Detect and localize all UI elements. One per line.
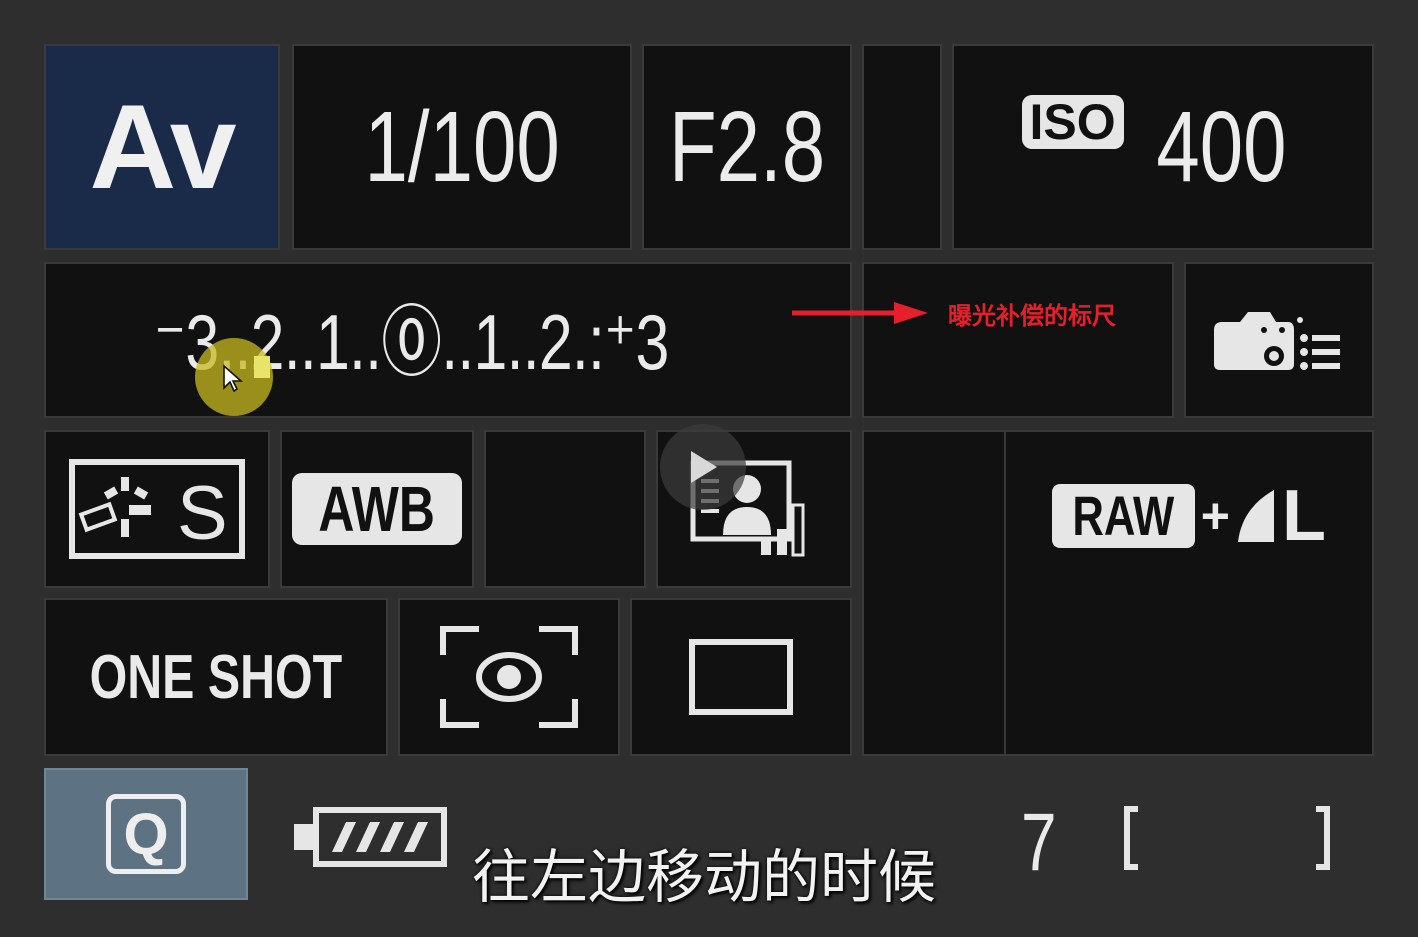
- q-label: Q: [123, 801, 169, 867]
- image-quality-group: RAW + L: [1052, 480, 1326, 552]
- exposure-level-indicator: [254, 356, 270, 378]
- exposure-compensation-scale[interactable]: ⁻3..2..1..⓪..1..2.:⁺3: [44, 262, 852, 418]
- video-subtitle: 往左边移动的时候: [472, 845, 937, 910]
- blank-cell-2: [862, 262, 1174, 418]
- bracket-left: [1124, 806, 1138, 870]
- annotation-arrow-icon: [792, 302, 928, 324]
- raw-badge: RAW: [1052, 484, 1195, 548]
- shooting-mode-label: Av: [89, 80, 237, 214]
- size-label: L: [1281, 476, 1326, 556]
- q-icon: Q: [106, 794, 186, 874]
- play-button[interactable]: [660, 424, 746, 510]
- plus-sign: +: [1200, 488, 1230, 544]
- iso-value: 400: [1155, 90, 1287, 203]
- play-icon: [691, 451, 717, 483]
- drive-mode-button[interactable]: [630, 598, 852, 756]
- blank-cell: [862, 44, 942, 250]
- aperture-value: F2.8: [668, 90, 826, 203]
- picture-style-button[interactable]: S: [44, 430, 270, 588]
- annotation-label: 曝光补偿的标尺: [948, 303, 1116, 330]
- white-balance-button[interactable]: AWB: [280, 430, 474, 588]
- metering-mode-button[interactable]: [398, 598, 620, 756]
- awb-badge: AWB: [292, 473, 462, 545]
- cursor-pointer-icon: [223, 364, 244, 393]
- blank-cell-3: [484, 430, 646, 588]
- shutter-speed-button[interactable]: 1/100: [292, 44, 632, 250]
- raw-label: RAW: [1072, 484, 1175, 547]
- camera-settings-icon: [1214, 312, 1340, 370]
- drive-single-icon: [689, 639, 793, 715]
- aperture-button[interactable]: F2.8: [642, 44, 852, 250]
- jpeg-fine-icon: [1237, 490, 1274, 542]
- bracket-right: [1316, 806, 1330, 870]
- camera-settings-button[interactable]: [1184, 262, 1374, 418]
- metering-evaluative-icon: [440, 626, 578, 728]
- blank-cell-4: [862, 430, 1006, 756]
- shots-remaining: 7: [1021, 797, 1057, 888]
- shooting-mode-button[interactable]: Av: [44, 44, 280, 250]
- battery-icon: [294, 807, 447, 867]
- picture-style-standard-icon: S: [69, 459, 245, 559]
- af-mode-label: ONE SHOT: [89, 642, 343, 712]
- iso-badge: ISO: [1021, 95, 1124, 149]
- image-quality-button[interactable]: RAW + L: [1004, 430, 1374, 756]
- white-balance-label: AWB: [318, 473, 436, 545]
- quick-control-button[interactable]: Q: [44, 768, 248, 900]
- svg-text:S: S: [177, 471, 228, 556]
- shutter-speed-value: 1/100: [364, 90, 560, 203]
- iso-button[interactable]: ISO 400: [952, 44, 1374, 250]
- af-mode-button[interactable]: ONE SHOT: [44, 598, 388, 756]
